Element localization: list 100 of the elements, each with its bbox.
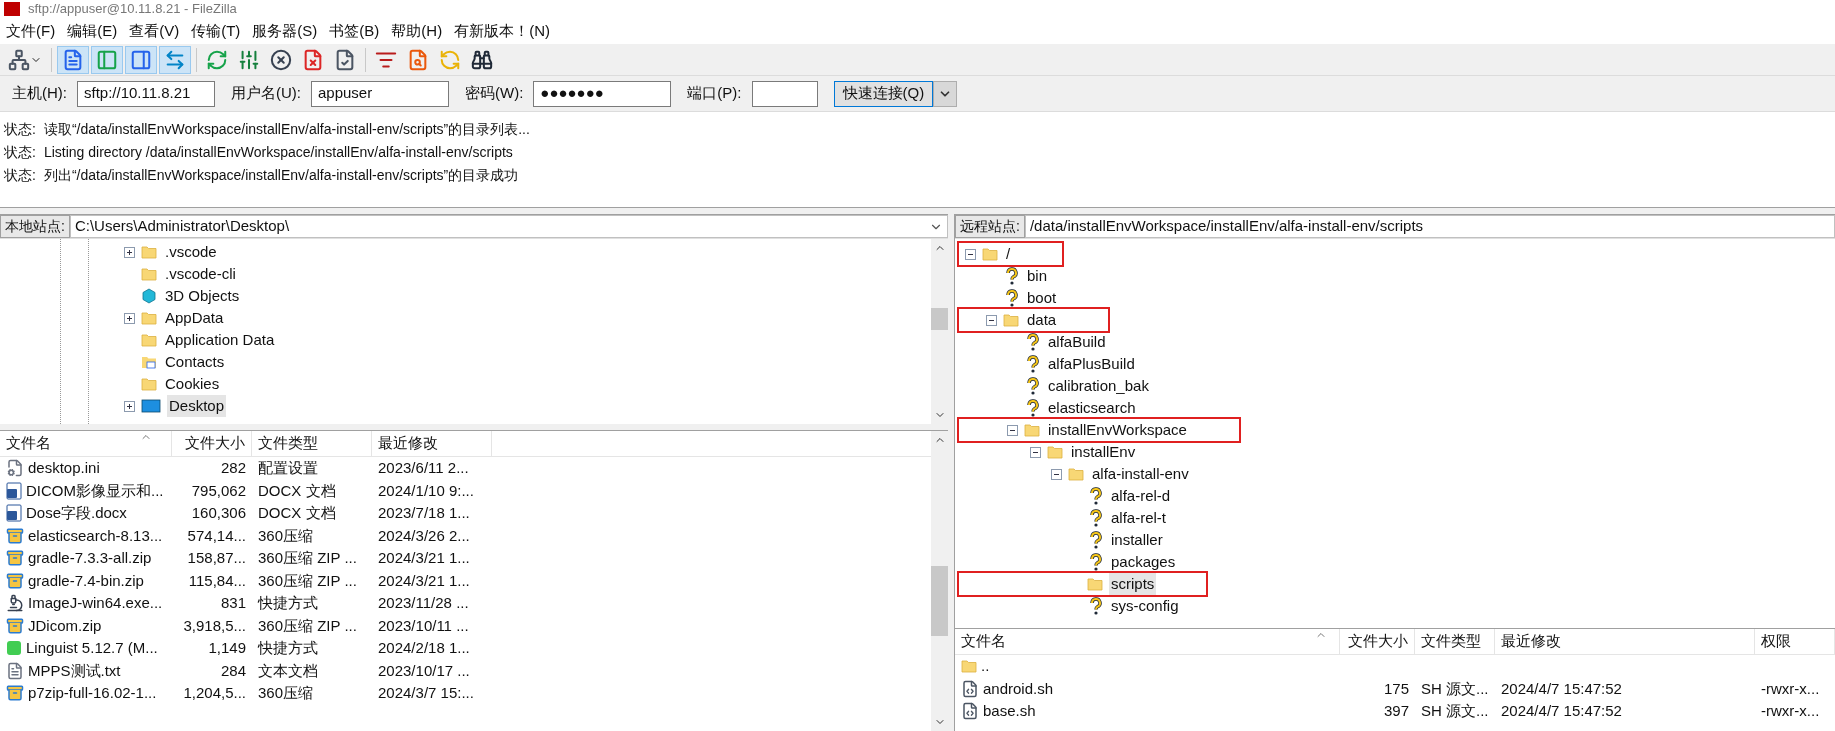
modified-date: 2024/1/10 9:... [378,481,474,499]
menu-item[interactable]: 帮助(H) [385,19,449,43]
tree-item[interactable]: 3D Objects [163,284,242,308]
tree-item[interactable]: alfa-rel-t [1109,506,1168,530]
question-mark-icon [1026,333,1040,351]
tree-item[interactable]: installEnvWorkspace [1046,418,1189,442]
tree-item[interactable]: installEnv [1069,440,1138,464]
collapse-icon[interactable] [965,248,976,260]
tree-item[interactable]: alfaBuild [1046,330,1108,354]
scroll-thumb[interactable] [931,308,948,330]
tree-item[interactable]: Contacts [163,350,227,374]
file-type: SH 源文... [1421,702,1489,719]
collapse-icon[interactable] [1051,468,1062,480]
tree-item[interactable]: data [1025,308,1059,332]
folder-icon [1047,444,1063,460]
tree-item[interactable]: bin [1025,264,1050,288]
column-header[interactable]: 文件类型 [1415,629,1495,654]
tree-item[interactable]: sys-config [1109,594,1181,618]
menu-item[interactable]: 有新版本！(N) [448,19,556,43]
file-type: 360压缩 ZIP ... [258,616,357,634]
file-name: MPPS测试.txt [28,660,121,681]
file-row[interactable]: base.sh 397 SH 源文... 2024/4/7 15:47:52 -rwxr-x... [955,700,1835,723]
monitor-icon [141,398,161,414]
file-row[interactable]: desktop.ini 282 配置设置 2023/6/11 2... [0,457,931,480]
tree-item[interactable]: alfa-rel-d [1109,484,1173,508]
file-name: DICOM影像显示和... [26,480,164,501]
tree-item[interactable]: elasticsearch [1046,396,1138,420]
file-row[interactable]: gradle-7.4-bin.zip 115,84... 360压缩 ZIP ... 2024/3/21 1... [0,569,931,592]
input-field[interactable]: ●●●●●●● [533,80,672,107]
column-header[interactable]: 文件类型 [252,431,372,456]
file-name: Dose字段.docx [26,503,127,523]
menu-item[interactable]: 服务器(S) [246,19,324,43]
collapse-icon[interactable] [1007,424,1018,436]
tree-item[interactable]: boot [1025,286,1059,310]
quickconnect-button[interactable]: 快速连接(Q) [833,80,934,107]
column-header[interactable]: 文件名 [955,629,1340,654]
expand-icon[interactable] [124,312,135,324]
file-type: DOCX 文档 [258,481,336,499]
panel-left-icon [96,48,118,71]
document-icon [6,504,22,523]
log-label: 状态: [4,166,36,185]
file-row[interactable]: ImageJ-win64.exe... 831 快捷方式 2023/11/28 ... [0,592,931,615]
file-row[interactable]: JDicom.zip 3,918,5... 360压缩 ZIP ... 2023/10/11 ... [0,614,931,637]
input-field[interactable] [751,80,818,107]
cancel-icon [270,48,292,71]
file-type: SH 源文... [1421,679,1489,697]
file-type: 快捷方式 [258,639,318,656]
menu-item[interactable]: 查看(V) [123,19,186,43]
file-row[interactable]: android.sh 175 SH 源文... 2024/4/7 15:47:52 -rwxr-x... [955,677,1835,700]
modified-date: 2023/10/17 ... [378,661,470,679]
scroll-thumb[interactable] [931,566,948,636]
column-header[interactable]: 权限 [1755,629,1835,654]
input-field[interactable]: sftp://10.11.8.21 [77,80,215,107]
column-header[interactable]: 最近修改 [372,431,492,456]
tree-item[interactable]: AppData [163,306,226,330]
column-header[interactable]: 文件名 [0,431,172,456]
dropdown-button[interactable] [933,80,958,107]
file-row[interactable]: p7zip-full-16.02-1... 1,204,5... 360压缩 2024/3/7 15:... [0,682,931,705]
file-row[interactable]: .. [955,655,1835,678]
file-row[interactable]: DICOM影像显示和... 795,062 DOCX 文档 2024/1/10 9:... [0,479,931,502]
file-search-icon [407,48,429,71]
file-row[interactable]: MPPS测试.txt 284 文本文档 2023/10/17 ... [0,659,931,682]
tree-item[interactable]: Application Data [163,328,277,352]
expand-icon[interactable] [124,400,135,412]
file-row[interactable]: elasticsearch-8.13... 574,14... 360压缩 2024/3/26 2... [0,524,931,547]
menu-item[interactable]: 传输(T) [185,19,247,43]
expand-icon[interactable] [124,246,135,258]
file-row[interactable]: gradle-7.3.3-all.zip 158,87... 360压缩 ZIP ... 2024/3/21 1... [0,547,931,570]
path-field[interactable]: C:\Users\Administrator\Desktop\ [69,215,948,238]
tree-item[interactable]: installer [1109,528,1165,552]
modified-date: 2024/3/21 1... [378,549,470,566]
tree-item[interactable]: .vscode [163,240,219,264]
file-size: 158,87... [187,548,246,568]
file-row[interactable]: Dose字段.docx 160,306 DOCX 文档 2023/7/18 1... [0,502,931,525]
tree-item[interactable]: calibration_bak [1046,374,1151,398]
menu-item[interactable]: 编辑(E) [61,19,124,43]
menu-item[interactable]: 文件(F) [0,19,62,43]
tree-item[interactable]: alfa-install-env [1090,462,1191,486]
tree-item[interactable]: Desktop [167,394,227,418]
site-label: 远程站点: [955,215,1025,238]
column-header[interactable]: 文件大小 [1340,629,1415,654]
file-name: ImageJ-win64.exe... [28,593,163,613]
input-field[interactable]: appuser [311,80,449,107]
tree-item[interactable]: packages [1109,550,1178,574]
file-size: 795,062 [191,480,246,501]
tree-item[interactable]: Cookies [163,372,222,396]
column-header[interactable]: 文件大小 [172,431,252,456]
file-row[interactable]: Linguist 5.12.7 (M... 1,149 快捷方式 2024/2/18 1... [0,637,931,660]
question-mark-icon [1026,355,1040,373]
file-size: 175 [1383,678,1409,699]
tree-item[interactable]: .vscode-cli [163,262,238,286]
collapse-icon[interactable] [986,314,997,326]
tree-item[interactable]: scripts [1109,572,1157,596]
tree-item[interactable]: alfaPlusBuild [1046,352,1137,376]
modified-date: 2024/4/7 15:47:52 [1501,702,1622,719]
collapse-icon[interactable] [1030,446,1041,458]
tree-item[interactable]: / [1004,242,1013,266]
menu-item[interactable]: 书签(B) [323,19,386,43]
path-field[interactable]: /data/installEnvWorkspace/installEnv/alfa-install-env/scripts [1024,215,1835,238]
column-header[interactable]: 最近修改 [1495,629,1755,654]
